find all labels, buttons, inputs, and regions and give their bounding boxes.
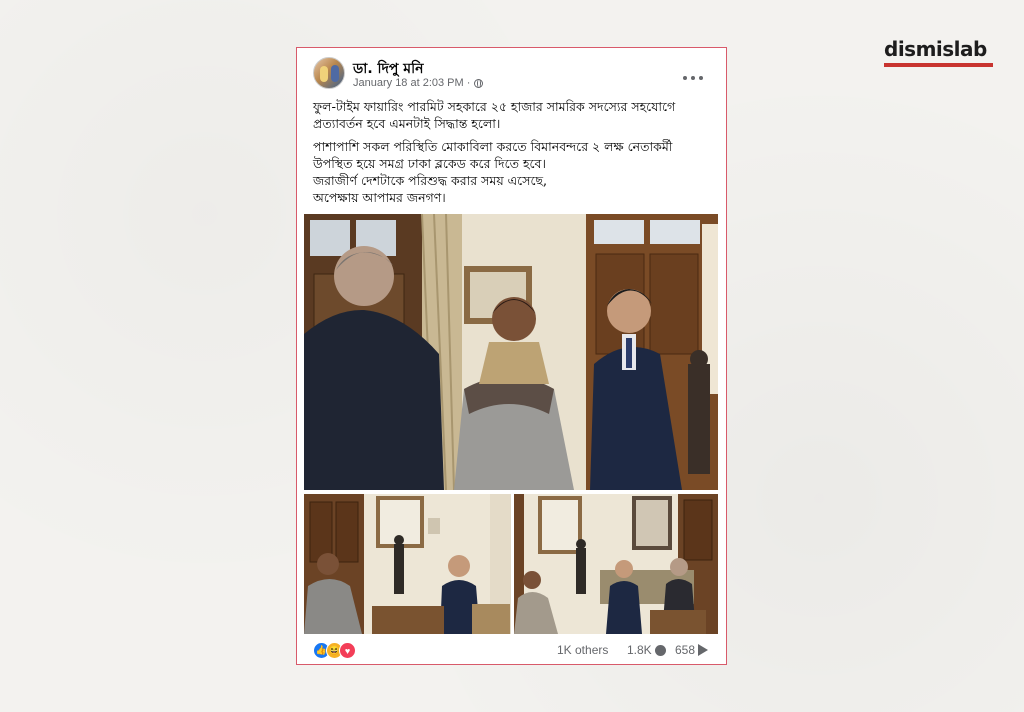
author-avatar[interactable] (313, 57, 345, 89)
reaction-icons[interactable]: 👍 😆 ♥ (313, 642, 356, 659)
post-footer: 👍 😆 ♥ 1K others 1.8K 658 (313, 642, 717, 660)
facebook-post-card: ডা. দিপু মনি January 18 at 2:03 PM · ফুল… (296, 47, 727, 665)
comment-icon (654, 644, 666, 656)
post-photo-main[interactable] (304, 214, 718, 490)
post-body: ফুল-টাইম ফায়ারিং পারমিট সহকারে ২৫ হাজার… (313, 98, 713, 212)
shares-count[interactable]: 658 (675, 643, 709, 657)
post-paragraph-4: অপেক্ষায় আপামর জনগণ। (313, 190, 446, 205)
globe-icon (474, 78, 484, 88)
post-header: ডা. দিপু মনি January 18 at 2:03 PM · (313, 57, 713, 93)
more-options-icon[interactable] (683, 73, 703, 83)
post-meta: January 18 at 2:03 PM · (353, 77, 484, 89)
love-icon: ♥ (339, 642, 356, 659)
post-timestamp[interactable]: January 18 at 2:03 PM · (353, 77, 470, 89)
comments-count-value: 1.8K (627, 643, 652, 657)
dismislab-logo: dismislab (884, 38, 994, 67)
post-paragraph-2: পাশাপাশি সকল পরিস্থিতি মোকাবিলা করতে বিম… (313, 139, 673, 171)
post-paragraph-1: ফুল-টাইম ফায়ারিং পারমিট সহকারে ২৫ হাজার… (313, 99, 676, 131)
brand-name: dismislab (884, 37, 987, 61)
comments-count[interactable]: 1.8K (627, 643, 666, 657)
brand-underline (884, 63, 993, 67)
post-paragraph-3: জরাজীর্ণ দেশটাকে পরিশুদ্ধ করার সময় এসেছ… (313, 173, 548, 188)
reaction-others-text[interactable]: 1K others (557, 643, 608, 657)
shares-count-value: 658 (675, 643, 696, 657)
post-photo-secondary-2[interactable] (514, 494, 718, 634)
post-photo-secondary-1[interactable] (304, 494, 511, 634)
share-icon (698, 644, 709, 656)
